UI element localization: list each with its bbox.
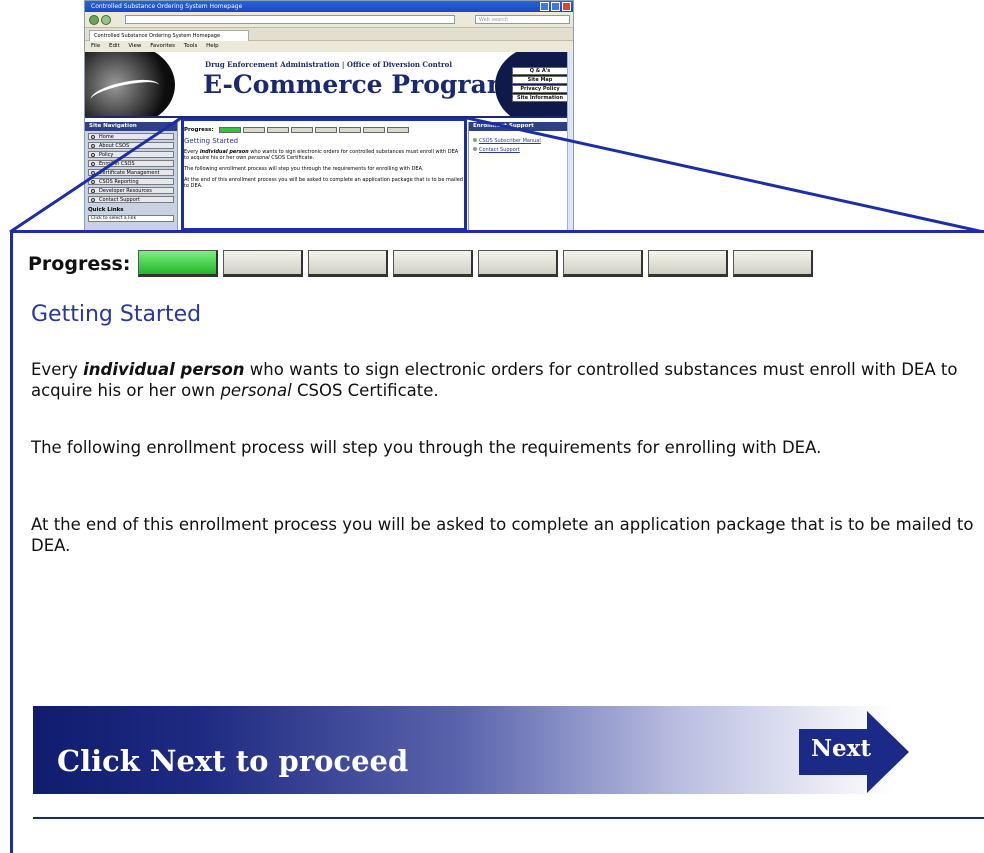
subscriber-manual-link[interactable]: CSOS Subscriber Manual bbox=[473, 138, 569, 144]
nav-item-reporting[interactable]: CSOS Reporting bbox=[88, 178, 174, 185]
vertical-scrollbar[interactable] bbox=[567, 52, 573, 230]
quick-links-title: Quick Links bbox=[88, 207, 124, 213]
enrollment-support-panel: Enrollment Support CSOS Subscriber Manua… bbox=[468, 122, 569, 230]
next-banner: Click Next to proceed bbox=[33, 706, 893, 794]
menu-bar: File Edit View Favorites Tools Help bbox=[85, 41, 573, 52]
window-controls bbox=[540, 2, 571, 11]
menu-help[interactable]: Help bbox=[206, 43, 219, 49]
paragraph-enrollment-process: The following enrollment process will st… bbox=[31, 438, 822, 457]
contact-support-link[interactable]: Contact Support bbox=[473, 147, 569, 153]
nav-item-policy[interactable]: Policy bbox=[88, 151, 174, 158]
enlarged-content-panel: Progress: Getting Started Every individu… bbox=[10, 230, 984, 853]
support-panel-title: Enrollment Support bbox=[469, 122, 569, 131]
progress-step bbox=[138, 250, 219, 277]
nav-item-home[interactable]: Home bbox=[88, 133, 174, 140]
progress-step bbox=[308, 250, 389, 277]
nav-item-developer[interactable]: Developer Resources bbox=[88, 187, 174, 194]
header-link-qa[interactable]: Q & A's bbox=[512, 67, 568, 75]
nav-item-certificate[interactable]: Certificate Management bbox=[88, 169, 174, 176]
window-title: Controlled Substance Ordering System Hom… bbox=[91, 3, 243, 10]
menu-file[interactable]: File bbox=[91, 43, 100, 49]
menu-tools[interactable]: Tools bbox=[184, 43, 198, 49]
header-link-site-map[interactable]: Site Map bbox=[512, 76, 568, 84]
zoom-highlight-frame bbox=[181, 118, 467, 231]
site-nav-title: Site Navigation bbox=[85, 122, 177, 131]
header-links: Q & A's Site Map Privacy Policy Site Inf… bbox=[512, 67, 568, 103]
progress-step bbox=[648, 250, 729, 277]
maximize-button[interactable] bbox=[551, 2, 560, 11]
site-header: Drug Enforcement Administration | Office… bbox=[85, 52, 569, 118]
progress-step bbox=[733, 250, 814, 277]
window-titlebar: Controlled Substance Ordering System Hom… bbox=[85, 1, 573, 12]
bottom-divider bbox=[33, 817, 984, 819]
address-toolbar: Web search bbox=[85, 12, 573, 28]
paragraph-individual-person: Every individual person who wants to sig… bbox=[31, 360, 958, 400]
browser-tab[interactable]: Controlled Substance Ordering System Hom… bbox=[89, 30, 249, 41]
menu-favorites[interactable]: Favorites bbox=[150, 43, 175, 49]
header-link-site-info[interactable]: Site Information bbox=[512, 94, 568, 102]
next-button[interactable]: Next bbox=[799, 711, 909, 793]
menu-view[interactable]: View bbox=[128, 43, 141, 49]
site-subtitle: Drug Enforcement Administration | Office… bbox=[205, 60, 453, 69]
progress-step bbox=[478, 250, 559, 277]
progress-step bbox=[223, 250, 304, 277]
banner-text: Click Next to proceed bbox=[57, 744, 409, 778]
nav-item-about[interactable]: About CSOS bbox=[88, 142, 174, 149]
menu-edit[interactable]: Edit bbox=[109, 43, 120, 49]
progress-label: Progress: bbox=[28, 252, 131, 275]
site-navigation: Site Navigation Home About CSOS Policy E… bbox=[85, 122, 178, 230]
progress-step bbox=[393, 250, 474, 277]
quick-links-select[interactable]: Click to select a link bbox=[88, 215, 174, 222]
tab-strip: Controlled Substance Ordering System Hom… bbox=[85, 28, 573, 41]
header-link-privacy[interactable]: Privacy Policy bbox=[512, 85, 568, 93]
site-title: E-Commerce Program bbox=[203, 70, 514, 99]
address-bar[interactable] bbox=[125, 15, 455, 24]
next-label: Next bbox=[811, 735, 871, 762]
progress-bar: Progress: bbox=[28, 250, 818, 277]
close-button[interactable] bbox=[562, 2, 571, 11]
search-input[interactable]: Web search bbox=[475, 15, 570, 24]
nav-item-contact[interactable]: Contact Support bbox=[88, 196, 174, 203]
paragraph-application-package: At the end of this enrollment process yo… bbox=[31, 515, 974, 555]
page-title: Getting Started bbox=[31, 302, 202, 327]
progress-step bbox=[563, 250, 644, 277]
back-icon[interactable] bbox=[89, 15, 99, 25]
nav-item-enroll[interactable]: Enroll in CSOS bbox=[88, 160, 174, 167]
minimize-button[interactable] bbox=[540, 2, 549, 11]
forward-icon[interactable] bbox=[101, 15, 111, 25]
